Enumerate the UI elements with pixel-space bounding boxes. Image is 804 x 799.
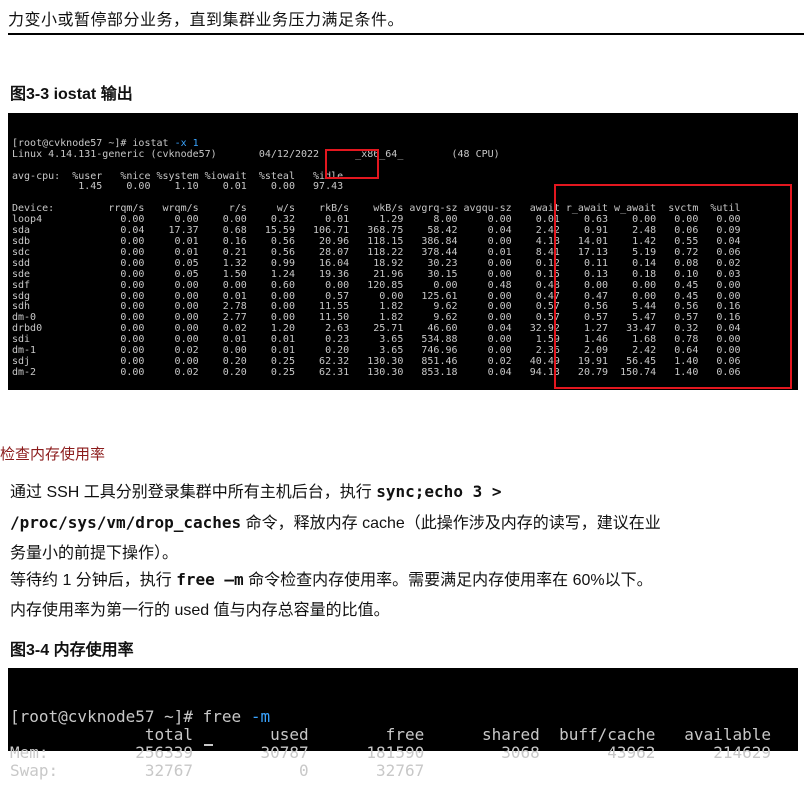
figure-3-3-caption: 图3-3 iostat 输出 (10, 86, 133, 103)
terminal-line: total used free shared buff/cache availa… (10, 724, 771, 744)
terminal-line: Linux 4.14.131-generic (cvknode57) 04/12… (12, 148, 500, 160)
terminal-cursor (204, 744, 213, 746)
command-argument: -x 1 (174, 137, 199, 149)
header-rule (8, 33, 804, 35)
section-title: 检查内存使用率 (0, 446, 106, 463)
command-argument: -m (250, 706, 271, 726)
paragraph-free-command: 等待约 1 分钟后，执行 free –m 命令检查内存使用率。需要满足内存使用率… (10, 570, 653, 619)
paragraph-drop-caches: 通过 SSH 工具分别登录集群中所有主机后台，执行 sync;echo 3 > … (10, 482, 661, 562)
figure-3-4-caption: 图3-4 内存使用率 (10, 642, 134, 659)
inline-code: sync;echo 3 > (376, 482, 502, 501)
top-text-line: 力变小或暂停部分业务，直到集群业务压力满足条件。 (8, 10, 405, 29)
idle-highlight-box (325, 149, 379, 179)
terminal-line: Swap: 32767 0 32767 (10, 761, 425, 781)
terminal-line: Mem: 256339 30787 181590 3068 43962 2146… (10, 743, 771, 763)
inline-code: free –m (176, 570, 244, 589)
free-terminal: [root@cvknode57 ~]# free -m total used f… (8, 668, 798, 780)
await-columns-highlight-box (554, 184, 792, 389)
inline-code: /proc/sys/vm/drop_caches (10, 513, 242, 532)
terminal-prompt-line: [root@cvknode57 ~]# free -m (10, 706, 271, 726)
